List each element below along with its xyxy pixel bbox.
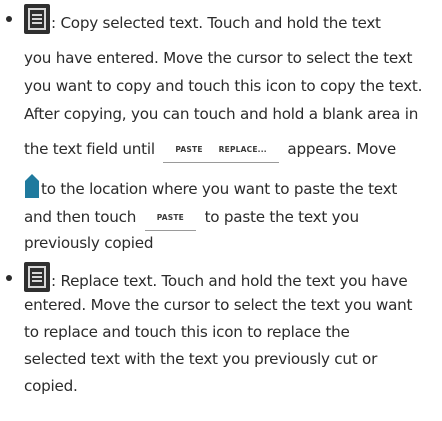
copy-line-1: : Copy selected text. Touch and hold the… xyxy=(24,4,381,34)
copy-text-7a: and then touch xyxy=(24,208,137,226)
copy-line-6: to the location where you want to paste … xyxy=(24,173,397,200)
popup-replace-label: REPLACE... xyxy=(218,145,267,154)
paste-button-label: PASTE xyxy=(156,213,184,222)
cursor-handle-icon xyxy=(24,173,40,199)
copy-text-1: : Copy selected text. Touch and hold the… xyxy=(51,14,381,32)
replace-icon xyxy=(24,262,50,292)
bullet xyxy=(6,275,12,281)
replace-text-4: selected text with the text you previous… xyxy=(24,350,378,368)
bullet xyxy=(6,16,12,22)
paste-button-illustration: PASTE xyxy=(144,212,196,231)
copy-text-5a: the text field until xyxy=(24,140,155,158)
copy-text-8: previously copied xyxy=(24,234,154,252)
replace-line-1: : Replace text. Touch and hold the text … xyxy=(24,262,408,292)
copy-text-6: to the location where you want to paste … xyxy=(41,180,398,198)
replace-text-3: to replace and touch this icon to replac… xyxy=(24,323,350,341)
paste-replace-popup: PASTE REPLACE... xyxy=(163,144,279,163)
copy-text-7b: to paste the text you xyxy=(204,208,360,226)
replace-text-2: entered. Move the cursor to select the t… xyxy=(24,296,413,314)
copy-text-2: you have entered. Move the cursor to sel… xyxy=(24,49,413,67)
copy-text-3: you want to copy and touch this icon to … xyxy=(24,77,423,95)
copy-line-5: the text field until PASTE REPLACE... app… xyxy=(24,139,396,163)
copy-line-7: and then touch PASTE to paste the text y… xyxy=(24,207,359,231)
replace-text-1: : Replace text. Touch and hold the text … xyxy=(51,272,408,290)
copy-text-5b: appears. Move xyxy=(287,140,396,158)
replace-text-5: copied. xyxy=(24,377,78,395)
popup-paste-label: PASTE xyxy=(175,145,203,154)
copy-text-4: After copying, you can touch and hold a … xyxy=(24,105,419,123)
copy-icon xyxy=(24,4,50,34)
